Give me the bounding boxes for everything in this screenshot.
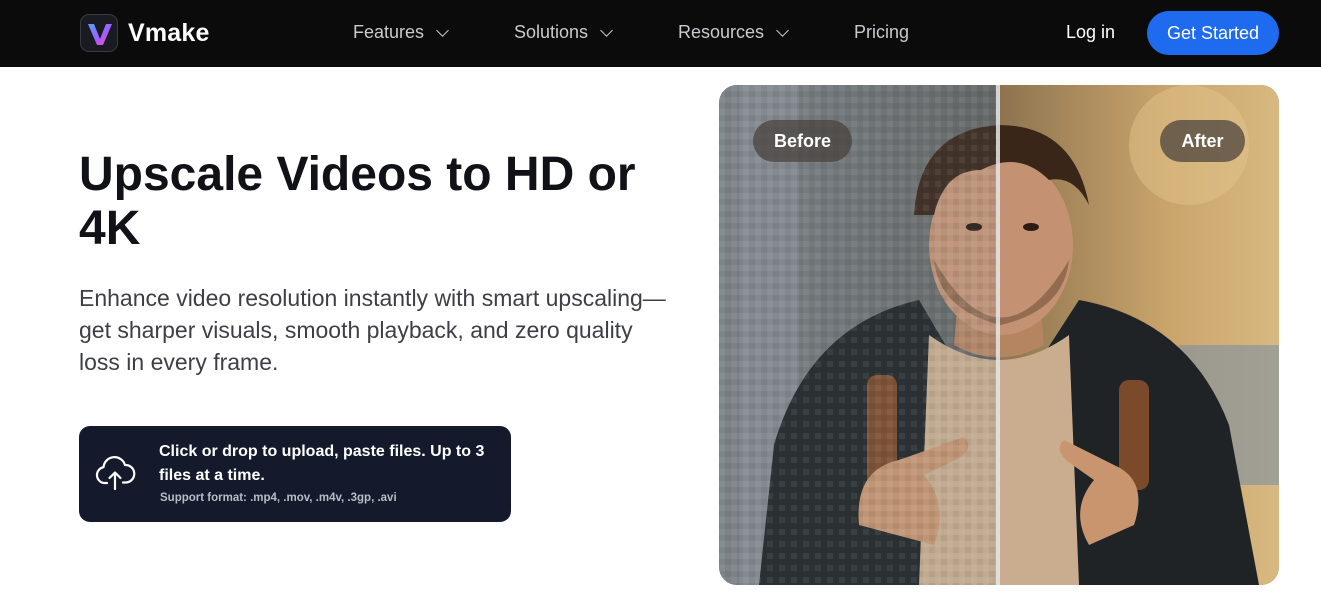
nav-solutions[interactable]: Solutions <box>514 22 613 43</box>
before-label: Before <box>753 120 852 162</box>
nav-resources-label: Resources <box>678 22 765 42</box>
after-label: After <box>1160 120 1245 162</box>
nav-features[interactable]: Features <box>353 22 449 43</box>
hero-description: Enhance video resolution instantly with … <box>79 285 666 375</box>
comparison-slider-handle[interactable] <box>996 85 1000 585</box>
top-navigation-bar: Vmake Features Solutions Resources Prici… <box>0 0 1321 67</box>
nav-features-label: Features <box>353 22 425 42</box>
login-link[interactable]: Log in <box>1066 22 1115 43</box>
chevron-down-icon <box>436 23 449 37</box>
chevron-down-icon <box>776 23 789 37</box>
supported-formats: Support format: .mp4, .mov, .m4v, .3gp, … <box>160 492 397 504</box>
vmake-logo-icon[interactable] <box>80 14 118 52</box>
page-title: Upscale Videos to HD or 4K <box>79 148 636 255</box>
upload-dropzone[interactable]: Click or drop to upload, paste files. Up… <box>79 426 511 522</box>
chevron-down-icon <box>600 23 613 37</box>
upload-instructions: Click or drop to upload, paste files. Up… <box>159 443 485 484</box>
nav-pricing-label: Pricing <box>854 22 910 42</box>
before-after-comparison[interactable]: Before After <box>719 85 1279 585</box>
cloud-upload-icon <box>94 454 136 492</box>
nav-pricing[interactable]: Pricing <box>854 22 909 43</box>
get-started-button[interactable]: Get Started <box>1147 11 1279 55</box>
brand-name[interactable]: Vmake <box>128 19 210 48</box>
nav-solutions-label: Solutions <box>514 22 589 42</box>
nav-resources[interactable]: Resources <box>678 22 789 43</box>
